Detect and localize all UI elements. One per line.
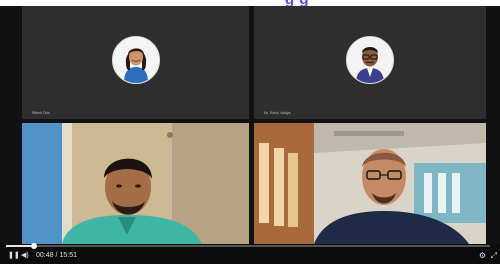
seek-handle[interactable] — [30, 243, 37, 249]
participant-tile-2[interactable]: Mr. Rahul Vaidya — [254, 6, 486, 119]
participant-name-1: Ritesh Chin — [32, 111, 51, 115]
participant-avatar-1 — [112, 36, 160, 84]
participant-video-4[interactable] — [254, 123, 486, 244]
participant-avatar-2 — [346, 36, 394, 84]
participant-name-2: Mr. Rahul Vaidya — [264, 111, 291, 115]
video-frame-3 — [22, 123, 249, 244]
volume-icon[interactable]: ◀) — [21, 252, 29, 259]
video-frame-4 — [254, 123, 486, 244]
time-display: 00:48/15:51 — [36, 252, 77, 259]
woman-avatar-icon — [113, 37, 159, 83]
time-separator: / — [55, 252, 58, 259]
participant-video-3[interactable] — [22, 123, 249, 244]
participant-tile-1[interactable]: Ritesh Chin — [22, 6, 249, 119]
gear-icon[interactable]: ⚙ — [479, 251, 486, 260]
player-controls: ❚❚ ◀) 00:48/15:51 ⚙ ⤢ — [0, 243, 500, 264]
current-time: 00:48 — [36, 252, 54, 259]
seek-bar[interactable] — [6, 243, 490, 249]
fullscreen-icon[interactable]: ⤢ — [491, 251, 497, 261]
duration: 15:51 — [59, 252, 78, 259]
meeting-stage: Ritesh Chin Mr. Rahul Vaidya — [0, 6, 500, 244]
man-avatar-icon — [347, 37, 393, 83]
pause-icon[interactable]: ❚❚ — [8, 252, 20, 259]
seek-bar-fill — [6, 245, 34, 247]
